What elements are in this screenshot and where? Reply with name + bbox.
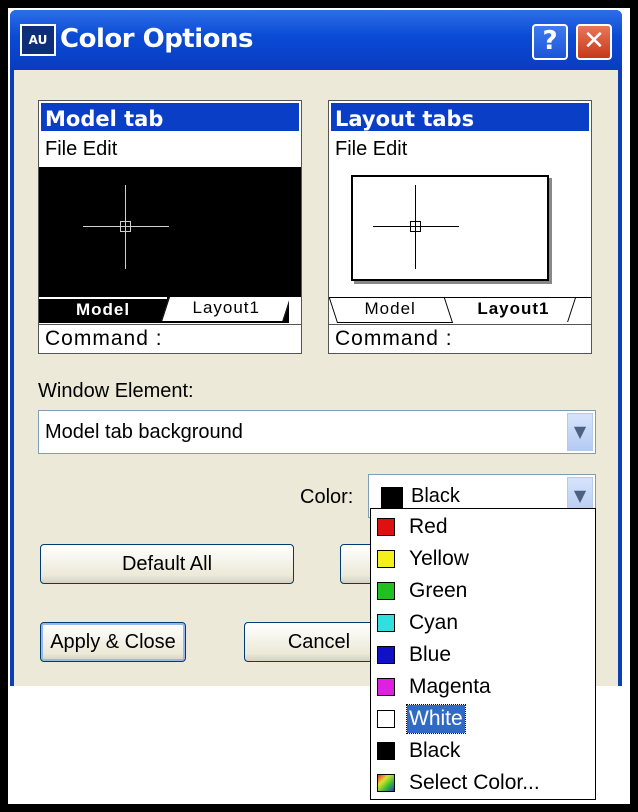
app-icon: AU xyxy=(20,24,56,56)
color-dropdown-list: Red Yellow Green Cyan Blue Magenta White… xyxy=(370,508,596,800)
model-tab-inactive: Model xyxy=(328,298,454,323)
color-option-green[interactable]: Green xyxy=(373,575,593,607)
layout1-tab-inactive: Layout1 xyxy=(160,297,292,322)
model-tab-canvas xyxy=(39,167,301,297)
cyan-swatch xyxy=(377,614,395,632)
layout-tab-command-line: Command : xyxy=(329,324,591,354)
color-option-magenta[interactable]: Magenta xyxy=(373,671,593,703)
tab-row-filler xyxy=(289,297,301,323)
color-option-blue[interactable]: Blue xyxy=(373,639,593,671)
color-option-yellow[interactable]: Yellow xyxy=(373,543,593,575)
red-swatch xyxy=(377,518,395,536)
window-element-value: Model tab background xyxy=(45,421,243,443)
apply-close-button[interactable]: Apply & Close xyxy=(40,622,186,662)
model-tab-preview-title: Model tab xyxy=(39,101,301,133)
color-option-cyan[interactable]: Cyan xyxy=(373,607,593,639)
close-button[interactable]: ✕ xyxy=(576,24,612,60)
color-option-black[interactable]: Black xyxy=(373,735,593,767)
layout-tabs-preview: Layout tabs File Edit Model Layout1 Comm… xyxy=(328,100,592,354)
paper-sheet xyxy=(351,175,549,281)
color-option-select-color[interactable]: Select Color... xyxy=(373,767,593,799)
model-tab-tabs: Model Layout1 xyxy=(39,297,301,323)
layout1-tab-active: Layout1 xyxy=(451,298,576,322)
palette-icon xyxy=(377,774,395,792)
window-element-select[interactable]: Model tab background ▼ xyxy=(38,410,596,454)
window-title: Color Options xyxy=(60,24,254,54)
title-bar[interactable]: AU Color Options ? ✕ xyxy=(10,10,622,70)
crosshair-box xyxy=(120,221,131,232)
magenta-swatch xyxy=(377,678,395,696)
model-tab-preview-menu: File Edit xyxy=(45,138,118,160)
default-all-button[interactable]: Default All xyxy=(40,544,294,584)
layout-tabs-preview-menu: File Edit xyxy=(335,138,408,160)
help-button[interactable]: ? xyxy=(532,24,568,60)
white-swatch xyxy=(377,710,395,728)
layout-tab-canvas xyxy=(329,167,591,297)
color-label: Color: xyxy=(300,486,354,508)
layout-tab-tabs: Model Layout1 xyxy=(328,297,591,324)
model-tab-active: Model xyxy=(39,297,167,323)
blue-swatch xyxy=(377,646,395,664)
model-tab-command-line: Command : xyxy=(39,324,301,354)
color-swatch xyxy=(381,487,403,509)
chevron-down-icon[interactable]: ▼ xyxy=(567,413,593,451)
color-option-white[interactable]: White xyxy=(373,703,593,735)
color-option-red[interactable]: Red xyxy=(373,511,593,543)
layout-tabs-preview-title: Layout tabs xyxy=(329,101,591,133)
crosshair-box xyxy=(410,221,421,232)
model-tab-preview: Model tab File Edit Model Layout1 Comman… xyxy=(38,100,302,354)
window-element-label: Window Element: xyxy=(38,380,194,402)
yellow-swatch xyxy=(377,550,395,568)
green-swatch xyxy=(377,582,395,600)
black-swatch xyxy=(377,742,395,760)
